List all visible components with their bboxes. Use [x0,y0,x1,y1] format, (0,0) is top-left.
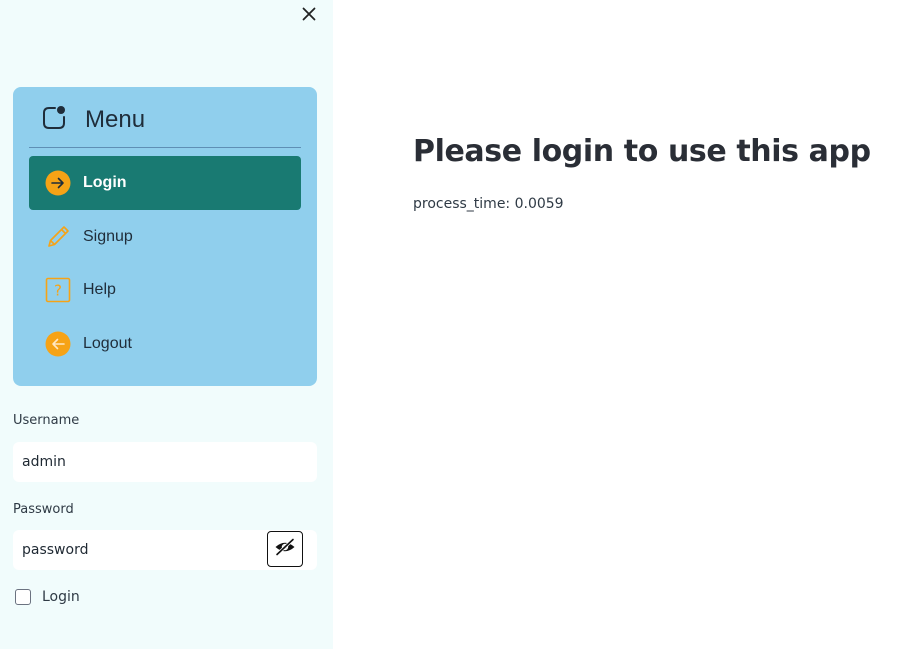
app-root: Menu Login Signup ? Help Logout Username… [0,0,917,649]
sidebar: Menu Login Signup ? Help Logout Username… [0,0,333,649]
close-icon [302,6,316,25]
menu-header: Menu [41,105,145,135]
process-time-text: process_time: 0.0059 [413,196,564,212]
menu-item-label: Signup [83,228,133,245]
login-checkbox-label: Login [42,589,80,605]
menu-item-label: Login [83,174,127,191]
page-title: Please login to use this app [413,134,871,169]
pencil-icon [45,224,71,250]
menu-item-logout[interactable]: Logout [29,317,301,371]
login-checkbox[interactable]: Login [15,589,80,605]
option-menu: Menu Login Signup ? Help Logout [13,87,317,386]
menu-app-icon [41,105,67,135]
svg-text:?: ? [54,282,62,300]
password-value: password [22,542,89,558]
menu-item-label: Help [83,281,116,298]
menu-divider [29,147,301,148]
toggle-password-visibility-button[interactable] [267,531,303,567]
menu-title: Menu [85,106,146,133]
arrow-right-circle-icon [45,170,71,196]
checkbox-box[interactable] [15,589,31,605]
menu-item-signup[interactable]: Signup [29,210,301,264]
username-label: Username [13,413,80,428]
close-sidebar-button[interactable] [299,5,319,25]
username-input[interactable]: admin [13,442,317,482]
menu-item-label: Logout [83,335,132,352]
arrow-left-circle-icon [45,331,71,357]
password-input[interactable]: password [13,530,317,570]
menu-item-help[interactable]: ? Help [29,263,301,317]
question-square-icon: ? [45,277,71,303]
menu-item-login[interactable]: Login [29,156,301,210]
password-label: Password [13,502,74,517]
username-value: admin [22,454,66,470]
eye-slash-icon [274,538,296,560]
